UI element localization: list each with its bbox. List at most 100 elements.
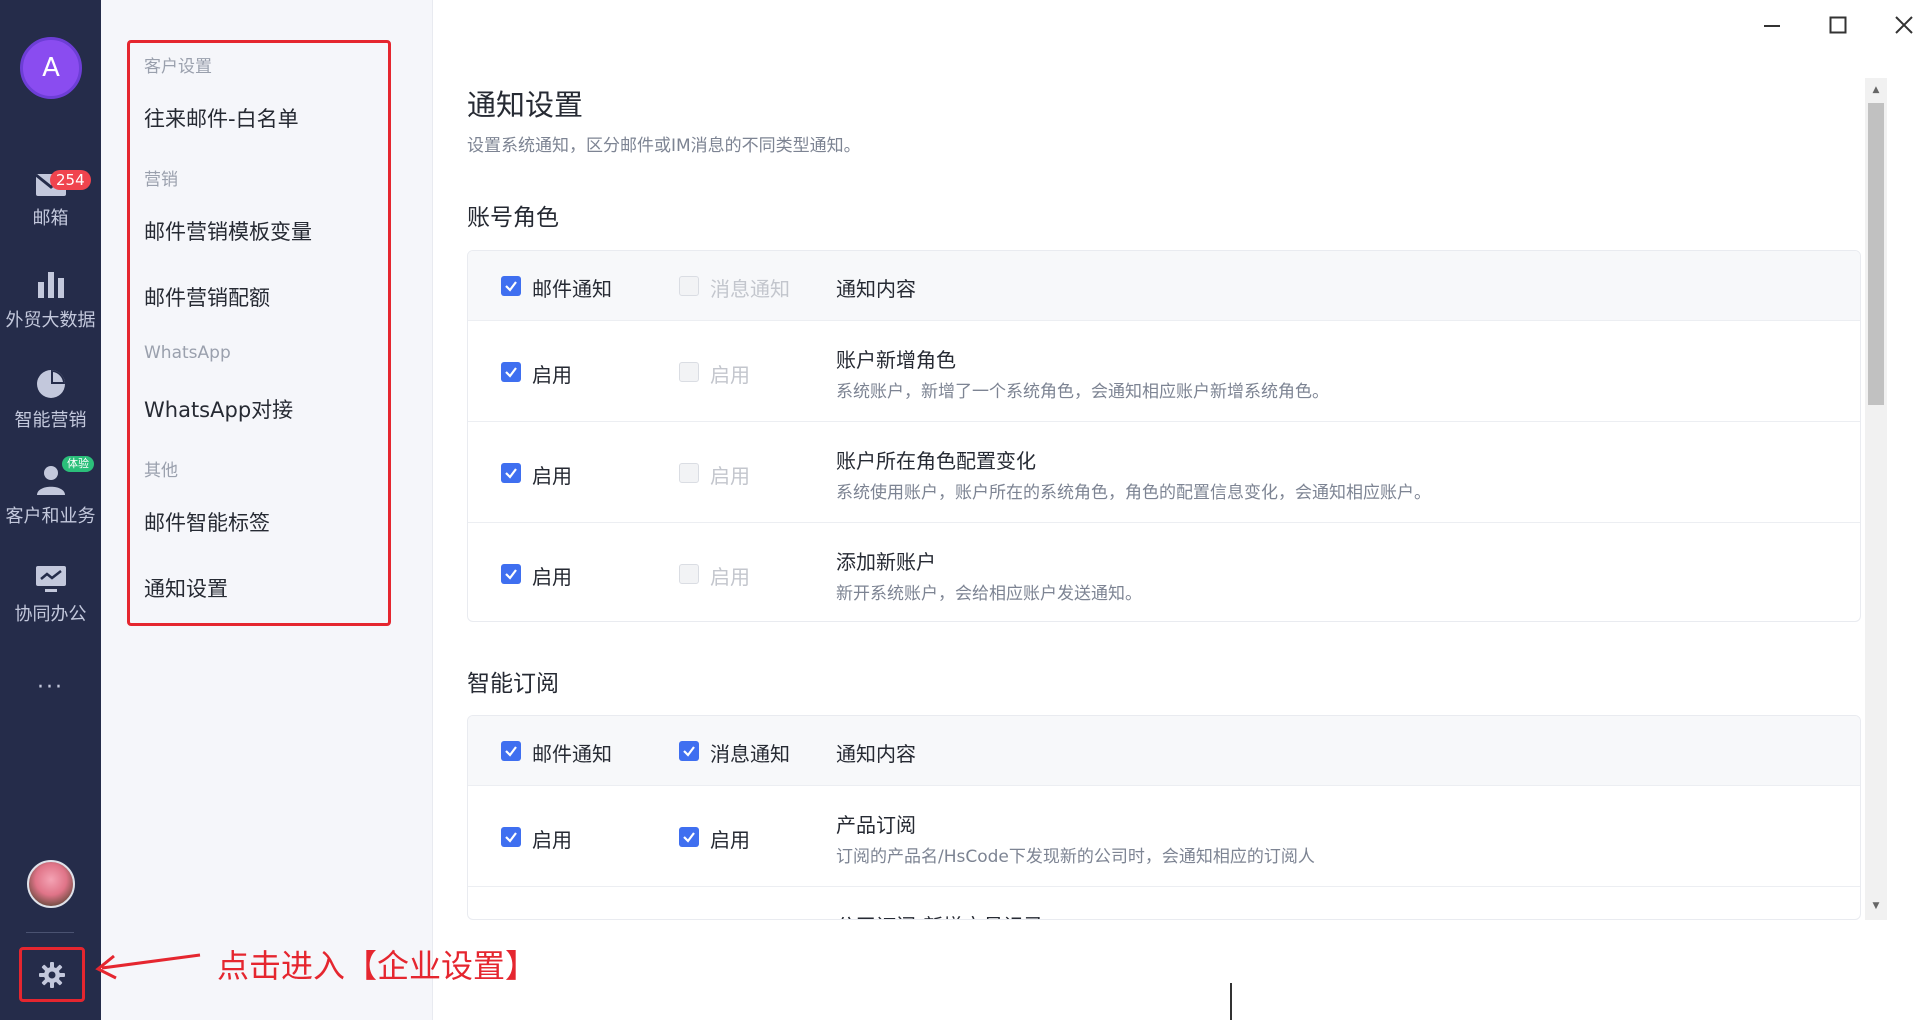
nav-item-template-vars[interactable]: 邮件营销模板变量 — [144, 216, 312, 246]
checkbox-im — [679, 564, 699, 584]
checkbox-email[interactable] — [501, 463, 521, 483]
table-row: 启用 启用 账户所在角色配置变化 系统使用账户，账户所在的系统角色，角色的配置信… — [468, 422, 1860, 523]
im-enable-label: 启用 — [710, 464, 750, 488]
row-description: 系统使用账户，账户所在的系统角色，角色的配置信息变化，会通知相应账户。 — [836, 483, 1431, 503]
scroll-down-icon[interactable]: ▼ — [1869, 900, 1883, 912]
card-header: 邮件通知 消息通知 通知内容 — [468, 251, 1860, 321]
annotation-text: 点击进入【企业设置】 — [217, 947, 538, 985]
im-enable-label: 启用 — [710, 565, 750, 589]
check-icon — [683, 832, 695, 843]
row-description: 系统账户，新增了一个系统角色，会通知相应账户新增系统角色。 — [836, 382, 1329, 402]
check-icon — [505, 468, 517, 479]
table-row: 启用 启用 账户新增角色 系统账户，新增了一个系统角色，会通知相应账户新增系统角… — [468, 321, 1860, 422]
nav-group-other: 其他 — [144, 461, 178, 481]
text-caret — [1230, 983, 1232, 1020]
nav-item-whatsapp[interactable]: WhatsApp对接 — [144, 394, 293, 424]
account-role-card: 邮件通知 消息通知 通知内容 启用 启用 账户新增角色 系统账户，新增了一个系统… — [467, 250, 1861, 622]
header-im-label: 消息通知 — [710, 277, 790, 301]
page-title: 通知设置 — [467, 88, 584, 122]
checkbox-im — [679, 463, 699, 483]
row-description: 新开系统账户，会给相应账户发送通知。 — [836, 584, 1142, 604]
checkbox-email[interactable] — [501, 362, 521, 382]
close-icon — [1895, 16, 1913, 34]
rail-item-mail-label: 邮箱 — [32, 208, 69, 229]
check-icon — [505, 832, 517, 843]
nav-group-marketing: 营销 — [144, 170, 178, 190]
check-icon — [505, 569, 517, 580]
row-title: 公司订阅-新增交易记录 — [836, 910, 1043, 919]
trial-badge: 体验 — [62, 456, 94, 472]
settings-button[interactable] — [19, 947, 85, 1002]
nav-group-whatsapp: WhatsApp — [144, 343, 231, 363]
email-enable-label: 启用 — [532, 565, 572, 589]
minimize-button[interactable] — [1757, 10, 1787, 40]
checkbox-im[interactable] — [679, 827, 699, 847]
rail-item-mail[interactable]: 邮箱 254 — [0, 170, 101, 230]
checkbox-im-all[interactable] — [679, 741, 699, 761]
rail-item-marketing[interactable]: 智能营销 — [0, 368, 101, 432]
user-avatar[interactable] — [27, 860, 75, 908]
checkbox-email-all[interactable] — [501, 276, 521, 296]
im-enable-label: 启用 — [710, 363, 750, 387]
page-description: 设置系统通知，区分邮件或IM消息的不同类型通知。 — [467, 136, 861, 156]
bar-chart-icon — [37, 272, 64, 298]
maximize-button[interactable] — [1823, 10, 1853, 40]
rail-item-trade-data-label: 外贸大数据 — [5, 310, 96, 331]
row-title: 账户所在角色配置变化 — [836, 449, 1036, 473]
gear-icon — [39, 961, 65, 988]
email-enable-label: 启用 — [532, 464, 572, 488]
email-enable-label: 启用 — [532, 828, 572, 852]
section-title-smart-subscription: 智能订阅 — [467, 671, 559, 697]
scroll-up-icon[interactable]: ▲ — [1869, 84, 1883, 96]
section-title-account-role: 账号角色 — [467, 205, 559, 231]
rail-item-customers[interactable]: 客户和业务 体验 — [0, 456, 101, 528]
header-content-label: 通知内容 — [836, 277, 916, 301]
scrollbar-thumb[interactable] — [1868, 103, 1884, 405]
table-row: 启用 启用 产品订阅 订阅的产品名/HsCode下发现新的公司时，会通知相应的订… — [468, 786, 1860, 887]
minimize-icon — [1764, 25, 1780, 27]
more-icon[interactable]: ··· — [0, 675, 101, 700]
pie-chart-icon — [36, 370, 65, 398]
check-icon — [505, 281, 517, 292]
monitor-icon — [35, 566, 66, 592]
nav-item-notifications[interactable]: 通知设置 — [144, 573, 228, 603]
rail-item-marketing-label: 智能营销 — [14, 410, 87, 431]
checkbox-email-all[interactable] — [501, 741, 521, 761]
row-description: 订阅的产品名/HsCode下发现新的公司时，会通知相应的订阅人 — [836, 847, 1315, 867]
rail-item-collab[interactable]: 协同办公 — [0, 564, 101, 626]
annotation-arrow-icon — [95, 953, 201, 980]
main-panel: 通知设置 设置系统通知，区分邮件或IM消息的不同类型通知。 账号角色 邮件通知 … — [433, 0, 1919, 1020]
nav-item-smart-tags[interactable]: 邮件智能标签 — [144, 507, 270, 537]
app-window: A 邮箱 254 外贸大数据 智能营销 客户和业务 体验 协同办公 ··· 客户… — [0, 0, 1919, 1020]
checkbox-im-all — [679, 276, 699, 296]
rail-item-collab-label: 协同办公 — [14, 604, 87, 625]
card-header: 邮件通知 消息通知 通知内容 — [468, 716, 1860, 786]
mail-count-badge: 254 — [50, 170, 91, 190]
table-row: 启用 启用 添加新账户 新开系统账户，会给相应账户发送通知。 — [468, 523, 1860, 621]
nav-item-quota[interactable]: 邮件营销配额 — [144, 282, 270, 312]
checkbox-email[interactable] — [501, 827, 521, 847]
header-email-label: 邮件通知 — [532, 742, 612, 766]
header-im-label: 消息通知 — [710, 742, 790, 766]
email-enable-label: 启用 — [532, 363, 572, 387]
customer-icon — [36, 466, 65, 495]
row-title: 添加新账户 — [836, 550, 936, 574]
nav-group-customer: 客户设置 — [144, 57, 212, 77]
im-enable-label: 启用 — [710, 828, 750, 852]
close-button[interactable] — [1889, 10, 1919, 40]
rail-item-trade-data[interactable]: 外贸大数据 — [0, 270, 101, 332]
rail-item-customers-label: 客户和业务 — [5, 506, 96, 527]
checkbox-im — [679, 362, 699, 382]
header-email-label: 邮件通知 — [532, 277, 612, 301]
row-title: 产品订阅 — [836, 813, 916, 837]
table-row: 公司订阅-新增交易记录 — [468, 887, 1860, 919]
org-avatar[interactable]: A — [20, 37, 82, 99]
checkbox-email[interactable] — [501, 564, 521, 584]
row-title: 账户新增角色 — [836, 348, 956, 372]
left-rail: A 邮箱 254 外贸大数据 智能营销 客户和业务 体验 协同办公 ··· — [0, 0, 101, 1020]
settings-subnav: 客户设置 往来邮件-白名单 营销 邮件营销模板变量 邮件营销配额 WhatsAp… — [101, 0, 433, 1020]
check-icon — [505, 367, 517, 378]
nav-item-whitelist[interactable]: 往来邮件-白名单 — [144, 103, 299, 133]
header-content-label: 通知内容 — [836, 742, 916, 766]
smart-subscription-card: 邮件通知 消息通知 通知内容 启用 启用 产品订阅 订阅的产品名/HsCode下… — [467, 715, 1861, 920]
